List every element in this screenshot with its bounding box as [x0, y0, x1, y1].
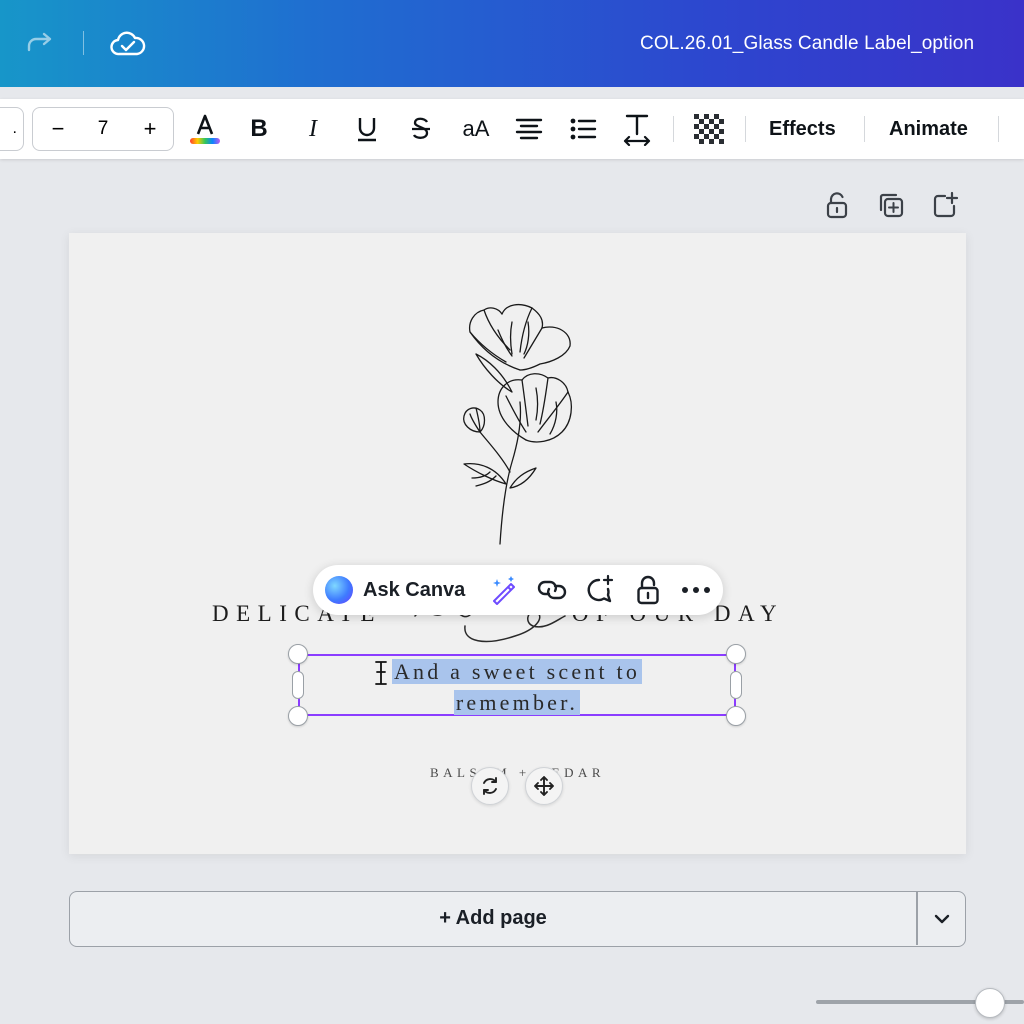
effects-button[interactable]: Effects	[769, 113, 836, 145]
cloud-saved-icon[interactable]	[108, 24, 148, 64]
lock-icon[interactable]	[820, 188, 854, 222]
add-page-icon[interactable]	[928, 188, 962, 222]
font-size-stepper: − 7 +	[32, 107, 174, 151]
zoom-slider-handle[interactable]	[975, 988, 1005, 1018]
context-menu: Ask Canva	[313, 565, 723, 615]
redo-icon[interactable]	[22, 26, 58, 62]
selected-text-line-2: remember.	[453, 690, 581, 715]
decrease-font-size-button[interactable]: −	[43, 108, 73, 150]
scent-text[interactable]: BALSAM + CEDAR	[430, 765, 610, 781]
add-page-button[interactable]: + Add page	[70, 892, 916, 945]
selected-text-line-1: And a sweet scent to	[391, 659, 643, 684]
resize-handle-left[interactable]	[292, 671, 304, 699]
editor-header: COL.26.01_Glass Candle Label_option	[0, 0, 1024, 87]
rotate-handle-icon[interactable]	[471, 767, 509, 805]
duplicate-page-icon[interactable]	[874, 188, 908, 222]
toolbar-divider	[673, 116, 674, 142]
font-size-input[interactable]: 7	[83, 108, 123, 150]
document-title[interactable]: COL.26.01_Glass Candle Label_option	[640, 33, 1024, 57]
strikethrough-icon[interactable]	[405, 113, 437, 145]
toolbar-divider	[745, 116, 746, 142]
italic-icon[interactable]: I	[297, 113, 329, 145]
resize-handle-bottom-left[interactable]	[288, 706, 308, 726]
comment-icon[interactable]	[584, 574, 616, 606]
list-icon[interactable]	[567, 113, 599, 145]
increase-font-size-button[interactable]: +	[135, 108, 165, 150]
lock-icon[interactable]	[632, 574, 664, 606]
toolbar-divider	[864, 116, 865, 142]
ask-canva-button[interactable]: Ask Canva	[363, 577, 465, 603]
text-toolbar: . − 7 + B I aA Effects Animate	[0, 99, 1024, 159]
chevron-down-icon[interactable]	[918, 892, 965, 945]
move-handle-icon[interactable]	[525, 767, 563, 805]
align-icon[interactable]	[513, 113, 545, 145]
resize-handle-top-right[interactable]	[726, 644, 746, 664]
resize-handle-top-left[interactable]	[288, 644, 308, 664]
letter-case-icon[interactable]: aA	[456, 113, 496, 145]
underline-icon[interactable]	[351, 113, 383, 145]
link-icon[interactable]	[536, 574, 568, 606]
bold-icon[interactable]: B	[243, 113, 275, 145]
toolbar-divider	[998, 116, 999, 142]
animate-button[interactable]: Animate	[889, 113, 968, 145]
text-cursor-icon	[375, 661, 387, 685]
spacing-icon[interactable]	[620, 111, 654, 147]
more-icon[interactable]	[680, 574, 712, 606]
text-color-icon[interactable]	[186, 111, 224, 149]
transparency-icon[interactable]	[692, 112, 726, 146]
resize-handle-right[interactable]	[730, 671, 742, 699]
flower-illustration[interactable]	[440, 292, 590, 548]
resize-handle-bottom-right[interactable]	[726, 706, 746, 726]
header-divider	[83, 31, 84, 55]
add-page-bar: + Add page	[69, 891, 966, 947]
font-family-dropdown[interactable]: .	[0, 107, 24, 151]
selected-text[interactable]: And a sweet scent to remember.	[300, 656, 734, 716]
canva-logo-icon[interactable]	[325, 576, 353, 604]
magic-edit-icon[interactable]	[488, 574, 520, 606]
